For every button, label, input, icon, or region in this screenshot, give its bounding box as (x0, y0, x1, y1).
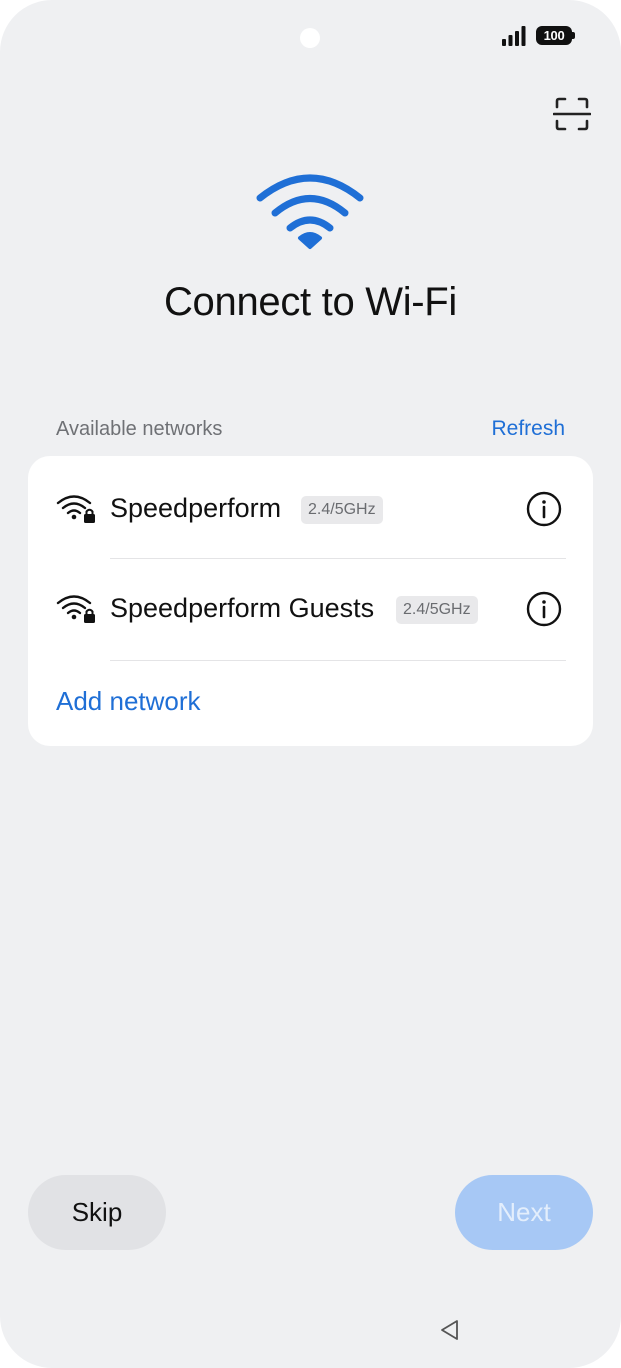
band-badge: 2.4/5GHz (301, 496, 383, 524)
setup-screen: 100 Connect to Wi-Fi Available networks … (0, 0, 621, 1368)
add-network-button[interactable]: Add network (56, 686, 201, 717)
camera-cutout (300, 28, 320, 48)
battery-indicator: 100 (536, 26, 575, 45)
refresh-button[interactable]: Refresh (491, 417, 565, 441)
network-name: Speedperform Guests (110, 593, 375, 623)
back-triangle-icon[interactable] (438, 1318, 462, 1342)
network-item[interactable]: Speedperform 2.4/5GHz (28, 456, 593, 556)
networks-card: Speedperform 2.4/5GHz Speedperform Guest… (28, 456, 593, 746)
signal-bars-icon (502, 26, 526, 46)
band-badge: 2.4/5GHz (396, 596, 478, 624)
wifi-locked-icon (56, 495, 95, 523)
network-item[interactable]: Speedperform Guests 2.4/5GHz (28, 556, 593, 656)
qr-scan-icon[interactable] (553, 96, 591, 132)
wifi-locked-icon (56, 595, 95, 623)
network-name: Speedperform (110, 493, 282, 523)
info-icon[interactable] (526, 491, 562, 527)
wifi-icon (256, 174, 364, 249)
info-icon[interactable] (526, 591, 562, 627)
next-button[interactable]: Next (455, 1175, 593, 1250)
available-networks-label: Available networks (56, 418, 223, 440)
divider (110, 660, 566, 661)
page-title: Connect to Wi-Fi (163, 280, 458, 324)
skip-button[interactable]: Skip (28, 1175, 166, 1250)
